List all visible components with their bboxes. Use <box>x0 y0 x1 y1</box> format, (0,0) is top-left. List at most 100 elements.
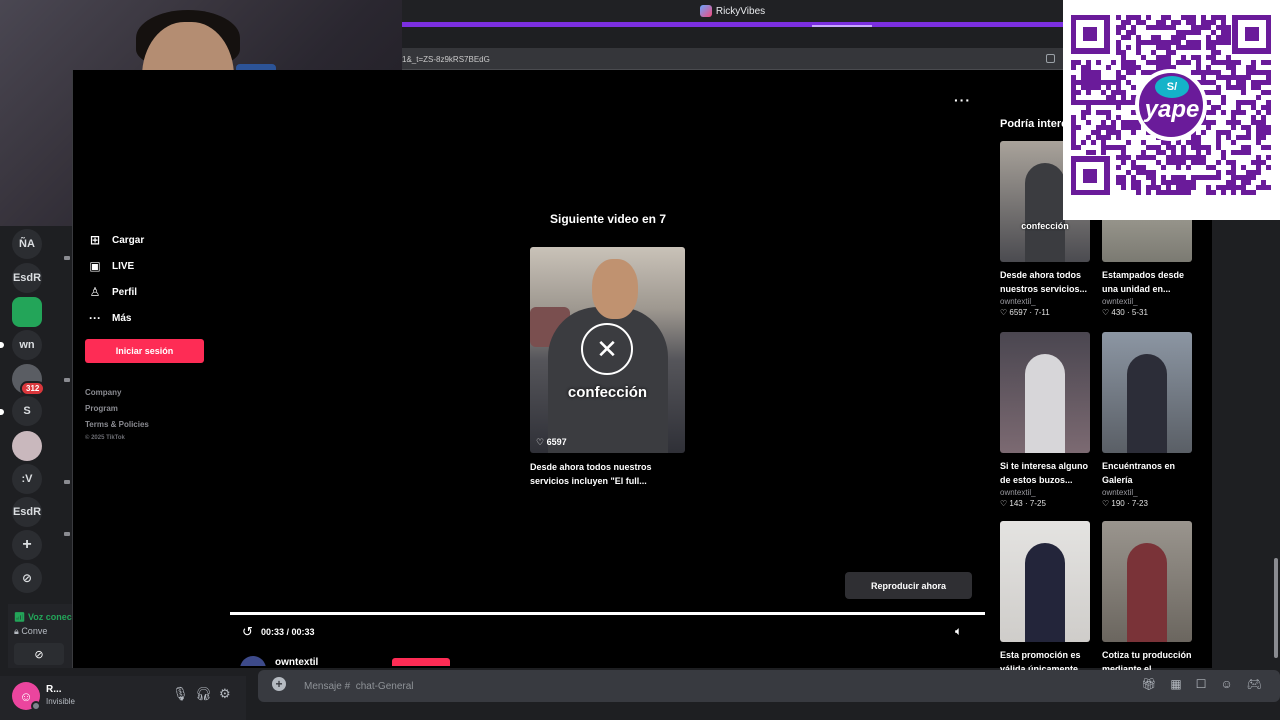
server-icon[interactable]: wn <box>12 330 42 360</box>
heart-icon: ♡ <box>1000 499 1008 508</box>
gif-icon[interactable]: ▦ <box>1170 677 1181 691</box>
server-icon-green[interactable] <box>12 297 42 327</box>
card-overlay-text: confección <box>1021 221 1069 231</box>
likes-count: 6597 <box>546 437 567 447</box>
recommended-card[interactable]: Encuéntranos en Galería Generación... ow… <box>1102 332 1192 508</box>
card-author[interactable]: owntextil_ <box>1000 488 1090 497</box>
voice-channel[interactable]: 🔒︎ Conve <box>14 626 47 637</box>
card-thumbnail[interactable] <box>1000 521 1090 642</box>
play-now-button[interactable]: Reproducir ahora <box>845 572 972 599</box>
card-title: Si te interesa alguno de estos buzos... <box>1000 461 1089 485</box>
time-display: 00:33 / 00:33 <box>261 627 315 637</box>
collapsed-channel-marker <box>64 532 70 536</box>
card-figure <box>1025 163 1065 262</box>
author-avatar[interactable] <box>240 656 266 666</box>
message-input[interactable] <box>304 678 904 694</box>
yape-qr-code: S/ yape <box>1063 0 1280 220</box>
card-figure <box>1025 543 1065 642</box>
footer-link-company[interactable]: Company <box>85 388 121 397</box>
profile-icon: ♙ <box>89 285 101 299</box>
nav-more[interactable]: ··· Más <box>88 311 131 325</box>
nav-label: Perfil <box>112 286 138 298</box>
heart-icon: ♡ <box>536 437 545 447</box>
server-icon[interactable]: EsdR <box>12 263 42 293</box>
voice-channel-text: Conve <box>21 626 48 636</box>
volume-icon[interactable]: 🔈︎ <box>955 624 962 639</box>
author-name[interactable]: owntextil <box>275 657 318 666</box>
nav-label: Más <box>112 312 132 324</box>
card-likes: 6597 <box>1009 308 1028 317</box>
collapsed-channel-marker <box>64 378 70 382</box>
active-tab-indicator <box>812 25 872 27</box>
server-icon[interactable]: S <box>12 396 42 426</box>
more-icon: ··· <box>89 311 101 325</box>
card-thumbnail[interactable] <box>1102 521 1192 642</box>
yape-logo-text: yape <box>1144 96 1200 123</box>
attach-plus-icon[interactable]: + <box>272 677 286 691</box>
recommended-card[interactable]: Cotiza tu producción mediante el número.… <box>1102 521 1192 676</box>
collapsed-channel-marker <box>64 256 70 260</box>
footer-link-program[interactable]: Program <box>85 404 118 413</box>
copyright: © 2025 TikTok <box>85 435 125 441</box>
nav-label: Cargar <box>112 234 145 246</box>
recommended-title: Podría intere <box>1000 118 1068 130</box>
footer-link-terms[interactable]: Terms & Policies <box>85 420 149 429</box>
voice-status: 📶︎ Voz conec <box>14 612 72 623</box>
live-icon: ▣ <box>89 259 101 273</box>
heart-icon: ♡ <box>1000 308 1008 317</box>
game-controller-icon[interactable]: 🎮︎ <box>1247 677 1262 691</box>
address-bar[interactable]: 1&_t=ZS-8z9kRS7BEdG <box>402 48 1063 70</box>
more-options-icon[interactable]: ··· <box>954 92 971 108</box>
card-author[interactable]: owntextil_ <box>1102 297 1192 306</box>
next-video-countdown: Siguiente video en 7 <box>549 212 667 226</box>
status-dot <box>31 701 41 711</box>
server-icon[interactable]: ÑA <box>12 229 42 259</box>
unread-indicator <box>0 409 4 415</box>
next-video-thumbnail[interactable]: ✕ confección ♡ 6597 <box>530 247 685 453</box>
playback-progress-bar[interactable] <box>230 612 985 615</box>
signal-icon: 📶︎ <box>14 612 26 622</box>
card-likes: 143 <box>1009 499 1023 508</box>
thumb-overlay-text: confección <box>567 384 648 401</box>
headphones-icon[interactable]: 🎧︎ <box>195 686 212 702</box>
add-server-icon[interactable]: + <box>12 530 42 560</box>
card-thumbnail[interactable] <box>1000 332 1090 453</box>
voice-status-text: Voz conec <box>27 612 72 622</box>
open-in-app-icon[interactable] <box>1046 54 1055 63</box>
message-composer: + 🎁︎ ▦ ☐ ☺ 🎮︎ <box>258 670 1280 702</box>
tab-title[interactable]: RickyVibes <box>716 6 765 17</box>
card-thumbnail[interactable] <box>1102 332 1192 453</box>
card-date: 7-11 <box>1034 308 1050 317</box>
page-scrollbar[interactable] <box>1274 558 1278 658</box>
card-figure <box>1025 354 1065 453</box>
card-date: 7-25 <box>1029 499 1046 508</box>
user-name[interactable]: R... <box>46 684 62 695</box>
discord-user-bar: ☺ R... Invisible 🎙︎ 🎧︎ ⚙ <box>0 676 246 720</box>
card-author[interactable]: owntextil_ <box>1000 297 1090 306</box>
emoji-icon[interactable]: ☺ <box>1221 677 1233 691</box>
server-icon[interactable]: EsdR <box>12 497 42 527</box>
nav-live[interactable]: ▣ LIVE <box>88 259 134 273</box>
nav-label: LIVE <box>112 260 135 272</box>
server-icon-image[interactable] <box>12 431 42 461</box>
replay-icon[interactable]: ↺ <box>242 624 253 640</box>
card-figure <box>1127 354 1167 453</box>
settings-gear-icon[interactable]: ⚙ <box>219 686 231 702</box>
microphone-icon[interactable]: 🎙︎ <box>172 686 189 702</box>
unread-indicator <box>0 342 4 348</box>
camera-off-icon[interactable]: ⊘ <box>14 643 64 665</box>
discover-icon[interactable]: ⊘ <box>12 563 42 593</box>
recommended-card[interactable]: Esta promoción es válida únicamente... <box>1000 521 1090 676</box>
nav-upload[interactable]: ⊞ Cargar <box>88 233 144 247</box>
next-video-description[interactable]: Desde ahora todos nuestros servicios inc… <box>530 460 686 488</box>
recommended-card[interactable]: Si te interesa alguno de estos buzos... … <box>1000 332 1090 508</box>
follow-button[interactable] <box>392 658 450 666</box>
nav-profile[interactable]: ♙ Perfil <box>88 285 137 299</box>
close-icon[interactable]: ✕ <box>581 323 633 375</box>
sticker-icon[interactable]: ☐ <box>1196 677 1207 691</box>
url-text: 1&_t=ZS-8z9kRS7BEdG <box>402 55 490 64</box>
gift-icon[interactable]: 🎁︎ <box>1141 677 1156 691</box>
login-button[interactable]: Iniciar sesión <box>85 339 204 363</box>
server-icon[interactable]: :V <box>12 464 42 494</box>
card-author[interactable]: owntextil_ <box>1102 488 1192 497</box>
